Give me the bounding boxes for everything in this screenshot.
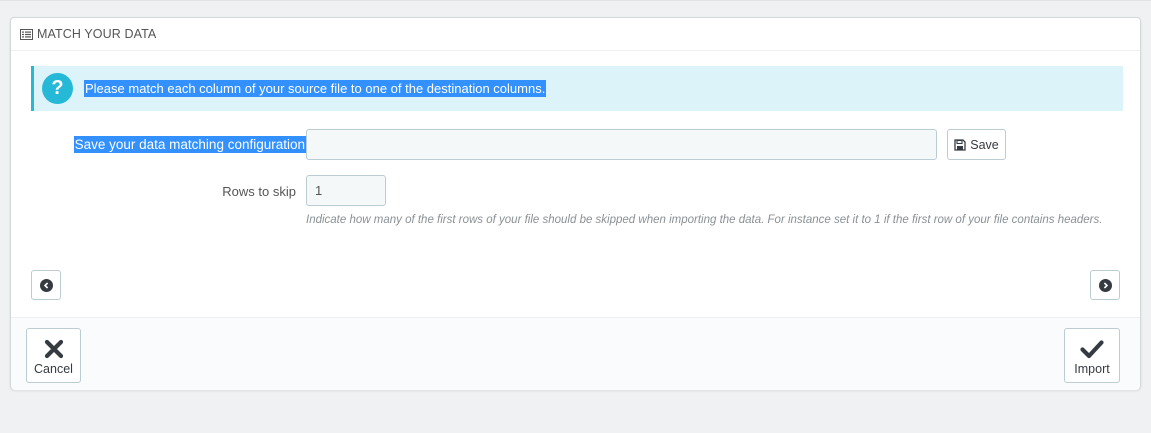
save-config-input[interactable] (306, 129, 937, 160)
floppy-disk-icon (954, 138, 966, 151)
checkmark-icon (1080, 339, 1104, 359)
top-divider (0, 0, 1151, 1)
save-config-label: Save your data matching configuration (73, 136, 306, 153)
question-icon: ? (42, 73, 73, 104)
import-button[interactable]: Import (1064, 328, 1120, 383)
import-label: Import (1074, 362, 1110, 376)
match-data-panel: MATCH YOUR DATA ? Please match each colu… (10, 17, 1141, 390)
save-config-label-wrap: Save your data matching configuration (16, 136, 306, 153)
cancel-label: Cancel (34, 362, 73, 376)
rows-to-skip-input[interactable]: 1 (306, 175, 386, 206)
rows-to-skip-label: Rows to skip (222, 184, 296, 199)
cancel-button[interactable]: Cancel (26, 328, 81, 383)
rows-to-skip-help: Indicate how many of the first rows of y… (306, 214, 1103, 226)
previous-button[interactable] (31, 270, 61, 300)
close-icon (44, 339, 64, 359)
alert-text: Please match each column of your source … (84, 80, 547, 97)
save-button-label: Save (970, 137, 999, 152)
panel-heading: MATCH YOUR DATA (11, 18, 1140, 51)
panel-title: MATCH YOUR DATA (37, 27, 157, 41)
panel-footer: Cancel Import (11, 317, 1140, 390)
list-icon (20, 28, 33, 40)
next-button[interactable] (1090, 270, 1120, 300)
info-alert: ? Please match each column of your sourc… (31, 66, 1123, 111)
chevron-right-circle-icon (1098, 278, 1112, 292)
chevron-left-circle-icon (39, 278, 53, 292)
save-button[interactable]: Save (947, 129, 1006, 160)
